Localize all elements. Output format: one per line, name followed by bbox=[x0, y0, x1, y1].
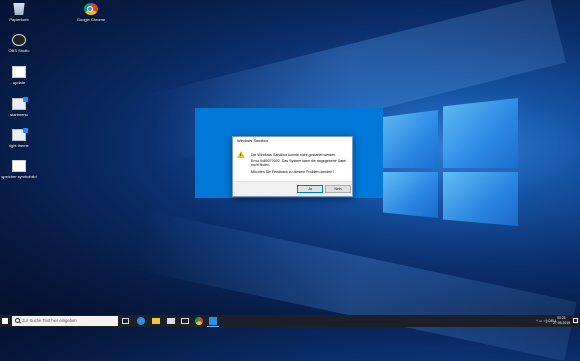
chrome-taskbar-icon[interactable] bbox=[195, 317, 203, 325]
file-icon bbox=[12, 66, 26, 78]
desktop-icon-recycle-bin[interactable]: Papierkorb bbox=[0, 3, 38, 22]
no-button[interactable]: Nein bbox=[325, 185, 351, 193]
error-dialog: Windows Sandbox Die Windows Sandbox konn… bbox=[232, 136, 353, 197]
desktop-icon-obs[interactable]: OBS Studio bbox=[0, 34, 38, 53]
mail-icon[interactable] bbox=[181, 318, 189, 324]
desktop-icon-chrome[interactable]: Google Chrome bbox=[72, 3, 110, 22]
dialog-title: Windows Sandbox bbox=[233, 137, 352, 146]
clock[interactable]: 00:21 27.05.2019 bbox=[553, 316, 570, 326]
windows-sandbox-icon[interactable] bbox=[209, 317, 217, 325]
recycle-bin-icon bbox=[13, 3, 25, 15]
dialog-message-main: Die Windows Sandbox konnte nicht gestart… bbox=[251, 153, 337, 157]
search-icon bbox=[15, 318, 20, 323]
edge-icon[interactable] bbox=[137, 317, 145, 325]
start-button[interactable] bbox=[2, 318, 8, 324]
desktop-icon-speicher[interactable]: speicher symbolbild bbox=[0, 160, 38, 179]
desktop-icon-light-theme[interactable]: light theme bbox=[0, 128, 38, 148]
monitor-icon bbox=[12, 128, 28, 141]
file-explorer-icon[interactable] bbox=[152, 318, 160, 324]
dialog-message-error: Error 0x80070002. Das System kann die an… bbox=[251, 159, 347, 168]
taskbar: Zur Suche Text hier eingeben ^ ▭ ◁) DEU … bbox=[0, 315, 580, 327]
search-box[interactable]: Zur Suche Text hier eingeben bbox=[12, 316, 118, 326]
desktop-icon-update[interactable]: update bbox=[0, 66, 38, 85]
obs-icon bbox=[12, 34, 26, 46]
store-icon[interactable] bbox=[167, 318, 175, 324]
clock-date: 27.05.2019 bbox=[553, 321, 570, 325]
notification-center-icon[interactable] bbox=[573, 318, 578, 323]
task-view-icon[interactable] bbox=[122, 318, 129, 324]
file-icon bbox=[12, 160, 26, 172]
warning-icon bbox=[237, 151, 245, 158]
yes-button[interactable]: Ja bbox=[297, 185, 323, 193]
search-placeholder: Zur Suche Text hier eingeben bbox=[22, 318, 77, 323]
dialog-message-question: Möchten Sie Feedback zu diesem Problem s… bbox=[251, 170, 335, 174]
dialog-footer: Ja Nein bbox=[233, 181, 352, 196]
monitor-icon bbox=[12, 97, 28, 110]
chrome-icon bbox=[84, 3, 98, 15]
windows-logo-wallpaper bbox=[383, 98, 518, 226]
wallpaper-beam bbox=[133, 210, 577, 361]
desktop-icon-startmenu[interactable]: startmenu bbox=[0, 97, 38, 117]
